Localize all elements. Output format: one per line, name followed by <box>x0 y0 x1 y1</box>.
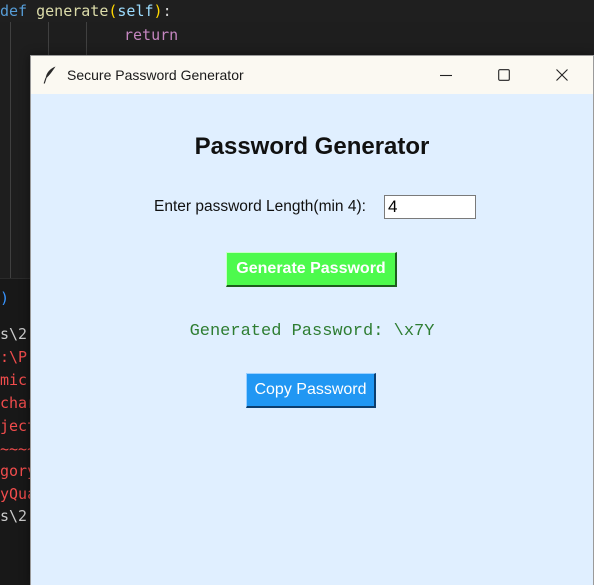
colon: : <box>162 2 172 20</box>
app-window: Secure Password Generator Password Gener… <box>30 55 594 585</box>
length-label: Enter password Length(min 4): <box>154 198 366 215</box>
close-button[interactable] <box>533 56 591 94</box>
function-name: generate <box>36 2 109 20</box>
title-bar[interactable]: Secure Password Generator <box>31 56 593 94</box>
code-line-def: def generate(self): <box>0 0 594 22</box>
indent-guide <box>10 22 11 278</box>
generate-password-button[interactable]: Generate Password <box>226 252 397 287</box>
feather-icon <box>43 66 57 84</box>
copy-password-button[interactable]: Copy Password <box>246 373 376 408</box>
param-self: self <box>117 2 154 20</box>
maximize-button[interactable] <box>475 56 533 94</box>
keyword-def: def <box>0 2 28 20</box>
length-input[interactable] <box>384 195 476 219</box>
close-icon <box>556 69 568 81</box>
window-title: Secure Password Generator <box>67 67 244 83</box>
close-paren: ) <box>153 2 163 20</box>
minimize-button[interactable] <box>417 56 475 94</box>
code-line-return: return <box>124 26 179 44</box>
page-title: Password Generator <box>194 133 430 160</box>
maximize-icon <box>498 69 510 81</box>
generated-password-text: Generated Password: \x7Y <box>189 322 435 341</box>
minimize-icon <box>440 74 452 77</box>
